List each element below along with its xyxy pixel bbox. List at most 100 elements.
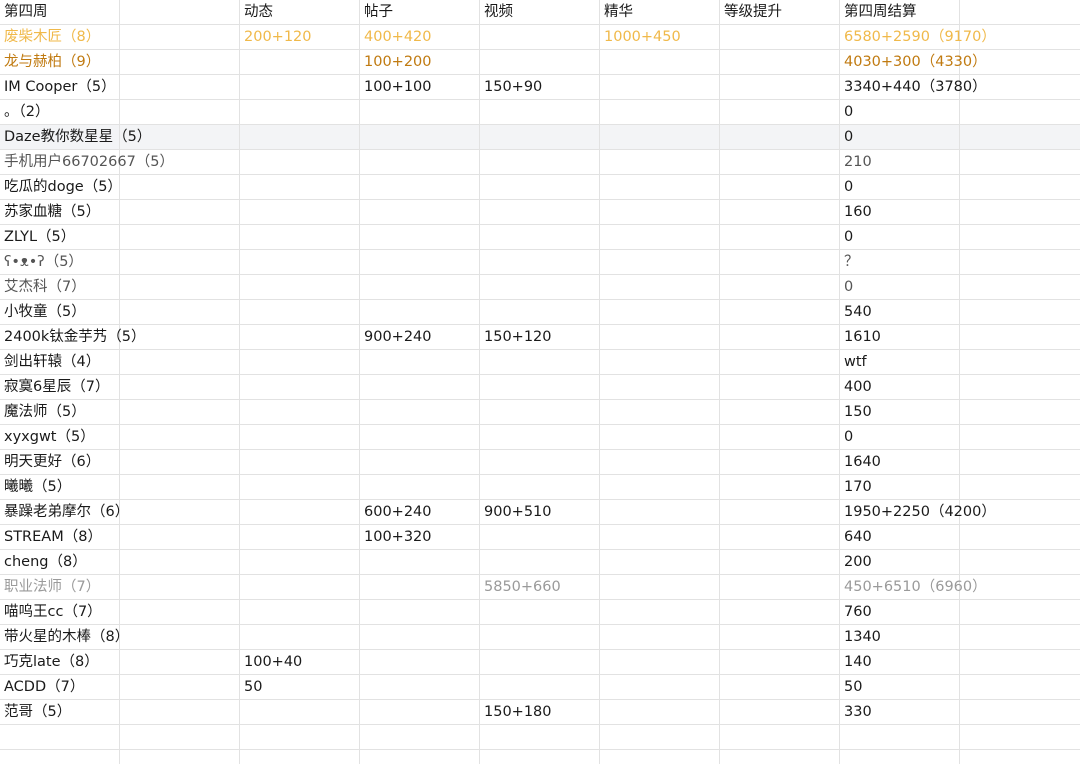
blank-cell-2[interactable] [960, 625, 1080, 649]
blank-cell-2[interactable] [960, 575, 1080, 599]
featured-cell[interactable] [600, 225, 720, 249]
dynamic-cell[interactable] [240, 625, 360, 649]
settlement-cell[interactable]: 330 [840, 700, 960, 724]
video-cell[interactable] [480, 650, 600, 674]
video-cell[interactable]: 150+180 [480, 700, 600, 724]
posts-cell[interactable] [360, 175, 480, 199]
video-cell[interactable] [480, 600, 600, 624]
dynamic-cell[interactable] [240, 425, 360, 449]
video-cell[interactable] [480, 350, 600, 374]
settlement-cell[interactable]: 0 [840, 100, 960, 124]
featured-cell[interactable] [600, 500, 720, 524]
settlement-cell[interactable]: 1610 [840, 325, 960, 349]
level-up-cell[interactable] [720, 725, 840, 749]
dynamic-cell[interactable] [240, 475, 360, 499]
blank-cell[interactable] [120, 750, 240, 764]
blank-cell-2[interactable] [960, 600, 1080, 624]
dynamic-cell[interactable] [240, 350, 360, 374]
dynamic-cell[interactable] [240, 725, 360, 749]
settlement-cell[interactable]: 4030+300（4330） [840, 50, 987, 74]
name-cell[interactable]: 。（2） [0, 100, 120, 124]
blank-cell-2[interactable] [960, 200, 1080, 224]
blank-cell[interactable] [120, 225, 240, 249]
posts-cell[interactable] [360, 250, 480, 274]
settlement-cell[interactable]: 640 [840, 525, 960, 549]
video-cell[interactable] [480, 425, 600, 449]
header-cell-settlement[interactable]: 第四周结算 [840, 0, 960, 24]
name-cell[interactable]: 带火星的木棒（8） [0, 625, 129, 649]
dynamic-cell[interactable] [240, 375, 360, 399]
posts-cell[interactable]: 100+100 [360, 75, 480, 99]
blank-cell-2[interactable] [960, 150, 1080, 174]
dynamic-cell[interactable] [240, 125, 360, 149]
dynamic-cell[interactable]: 50 [240, 675, 360, 699]
settlement-cell[interactable]: 0 [840, 275, 960, 299]
name-cell[interactable]: 巧克late（8） [0, 650, 120, 674]
blank-cell-2[interactable] [960, 375, 1080, 399]
blank-cell-2[interactable] [960, 250, 1080, 274]
featured-cell[interactable] [600, 100, 720, 124]
level-up-cell[interactable] [720, 475, 840, 499]
settlement-cell[interactable]: 540 [840, 300, 960, 324]
name-cell[interactable]: ACDD（7） [0, 675, 120, 699]
level-up-cell[interactable] [720, 150, 840, 174]
dynamic-cell[interactable] [240, 250, 360, 274]
dynamic-cell[interactable] [240, 275, 360, 299]
video-cell[interactable] [480, 150, 600, 174]
featured-cell[interactable] [600, 400, 720, 424]
name-cell[interactable]: 寂寞6星辰（7） [0, 375, 120, 399]
header-cell-featured[interactable]: 精华 [600, 0, 720, 24]
level-up-cell[interactable] [720, 100, 840, 124]
blank-cell[interactable] [120, 175, 240, 199]
featured-cell[interactable] [600, 150, 720, 174]
featured-cell[interactable] [600, 50, 720, 74]
blank-cell-2[interactable] [960, 275, 1080, 299]
posts-cell[interactable] [360, 400, 480, 424]
video-cell[interactable] [480, 400, 600, 424]
blank-cell-2[interactable] [960, 525, 1080, 549]
settlement-cell[interactable]: 170 [840, 475, 960, 499]
blank-cell[interactable] [120, 500, 240, 524]
level-up-cell[interactable] [720, 225, 840, 249]
posts-cell[interactable] [360, 375, 480, 399]
video-cell[interactable]: 5850+660 [480, 575, 600, 599]
level-up-cell[interactable] [720, 275, 840, 299]
dynamic-cell[interactable] [240, 175, 360, 199]
posts-cell[interactable] [360, 275, 480, 299]
settlement-cell[interactable]: 1340 [840, 625, 960, 649]
name-cell[interactable]: 艾杰科（7） [0, 275, 120, 299]
name-cell[interactable]: 手机用户66702667（5） [0, 150, 174, 174]
video-cell[interactable]: 150+90 [480, 75, 600, 99]
featured-cell[interactable] [600, 450, 720, 474]
blank-cell[interactable] [120, 100, 240, 124]
featured-cell[interactable]: 1000+450 [600, 25, 720, 49]
name-cell[interactable]: 剑出轩辕（4） [0, 350, 120, 374]
dynamic-cell[interactable] [240, 525, 360, 549]
level-up-cell[interactable] [720, 25, 840, 49]
featured-cell[interactable] [600, 725, 720, 749]
posts-cell[interactable] [360, 150, 480, 174]
featured-cell[interactable] [600, 525, 720, 549]
video-cell[interactable] [480, 475, 600, 499]
header-cell-level-up[interactable]: 等级提升 [720, 0, 840, 24]
settlement-cell[interactable] [840, 750, 960, 764]
name-cell[interactable]: STREAM（8） [0, 525, 120, 549]
dynamic-cell[interactable] [240, 750, 360, 764]
header-cell-posts[interactable]: 帖子 [360, 0, 480, 24]
blank-cell[interactable] [120, 450, 240, 474]
settlement-cell[interactable]: ？ [840, 250, 960, 274]
name-cell[interactable]: IM Cooper（5） [0, 75, 120, 99]
header-cell-video[interactable]: 视频 [480, 0, 600, 24]
posts-cell[interactable]: 400+420 [360, 25, 480, 49]
featured-cell[interactable] [600, 375, 720, 399]
blank-cell[interactable] [120, 275, 240, 299]
featured-cell[interactable] [600, 300, 720, 324]
blank-cell-2[interactable] [960, 350, 1080, 374]
featured-cell[interactable] [600, 650, 720, 674]
dynamic-cell[interactable]: 100+40 [240, 650, 360, 674]
video-cell[interactable] [480, 175, 600, 199]
blank-cell[interactable] [120, 675, 240, 699]
settlement-cell[interactable]: 6580+2590（9170） [840, 25, 996, 49]
featured-cell[interactable] [600, 350, 720, 374]
blank-cell[interactable] [120, 725, 240, 749]
